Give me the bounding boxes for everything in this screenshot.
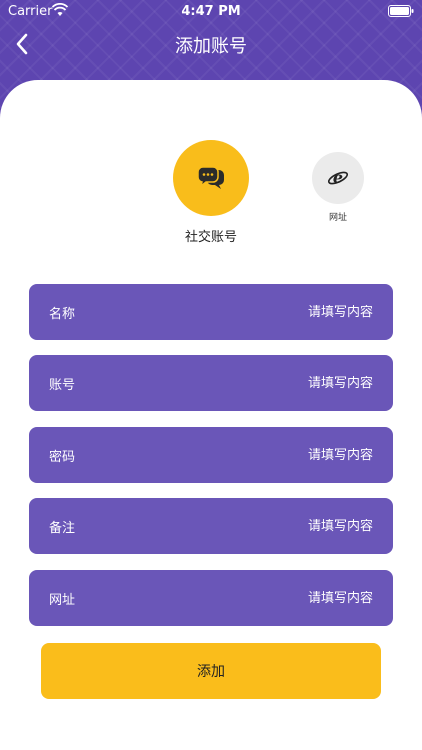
category-label: 社交账号 bbox=[184, 230, 237, 245]
website-category-badge: e bbox=[312, 152, 364, 204]
category-social-account[interactable]: 社交账号 bbox=[173, 140, 249, 245]
battery-icon bbox=[388, 5, 414, 17]
social-category-badge bbox=[173, 140, 249, 216]
field-label: 密码 bbox=[49, 449, 76, 465]
category-label: 网址 bbox=[328, 213, 347, 223]
name-field-row: 名称 bbox=[29, 284, 393, 340]
status-bar: Carrier 4:47 PM bbox=[0, 0, 422, 22]
svg-text:e: e bbox=[333, 168, 343, 187]
account-input[interactable] bbox=[213, 375, 373, 391]
ie-browser-icon: e bbox=[327, 168, 349, 187]
chat-bubbles-icon bbox=[197, 166, 224, 189]
field-label: 网址 bbox=[49, 592, 76, 608]
note-input[interactable] bbox=[213, 518, 373, 534]
field-label: 备注 bbox=[49, 520, 76, 536]
field-label: 账号 bbox=[49, 377, 76, 393]
password-input[interactable] bbox=[213, 447, 373, 463]
password-field-row: 密码 bbox=[29, 427, 393, 483]
name-input[interactable] bbox=[213, 304, 373, 320]
page-title: 添加账号 bbox=[175, 36, 247, 57]
url-input[interactable] bbox=[213, 590, 373, 606]
add-button[interactable]: 添加 bbox=[41, 643, 381, 699]
account-field-row: 账号 bbox=[29, 355, 393, 411]
url-field-row: 网址 bbox=[29, 570, 393, 626]
navigation-bar: 添加账号 bbox=[0, 22, 422, 66]
status-time: 4:47 PM bbox=[181, 4, 241, 19]
category-website[interactable]: e 网址 bbox=[312, 152, 364, 223]
field-label: 名称 bbox=[49, 306, 76, 322]
note-field-row: 备注 bbox=[29, 498, 393, 554]
